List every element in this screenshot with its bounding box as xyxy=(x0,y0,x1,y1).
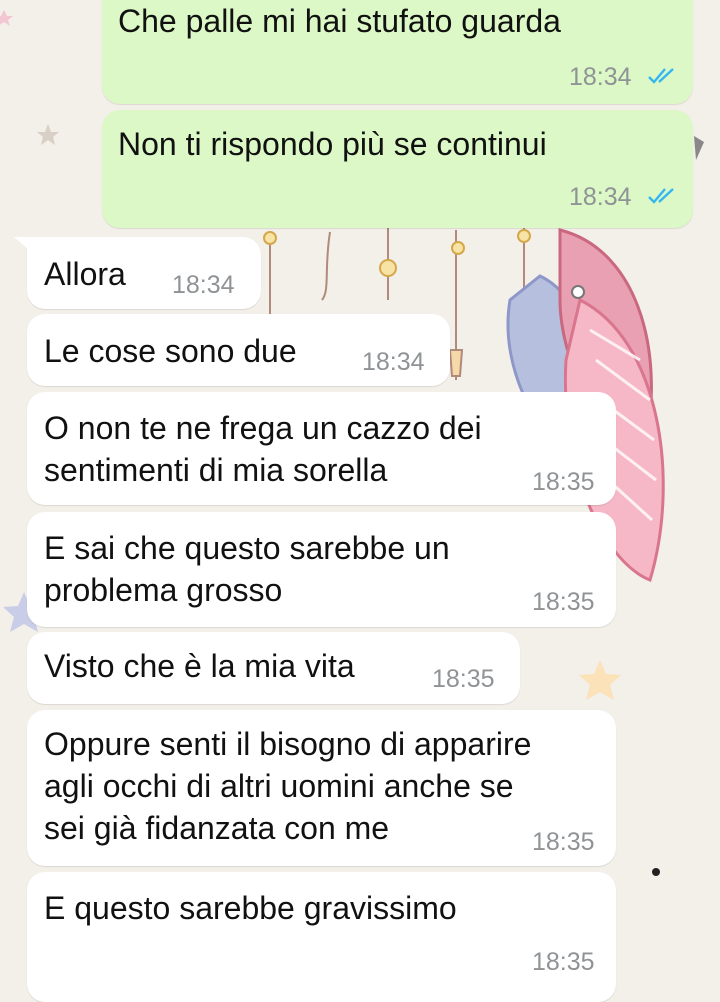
message-text: Che palle mi hai stufato guarda xyxy=(118,3,561,39)
message-text: sei già fidanzata con me xyxy=(44,810,390,846)
message-text: Oppure senti il bisogno di apparire xyxy=(44,726,532,762)
message-text: E questo sarebbe gravissimo xyxy=(44,890,457,926)
message-timestamp: 18:35 xyxy=(532,948,595,976)
bubble-tail xyxy=(14,237,44,263)
incoming-message[interactable]: O non te ne frega un cazzo dei sentiment… xyxy=(27,392,616,505)
message-timestamp: 18:35 xyxy=(532,588,595,616)
star-decoration xyxy=(37,124,59,145)
message-timestamp: 18:34 xyxy=(569,63,632,91)
incoming-message[interactable]: Allora 18:34 xyxy=(14,237,261,309)
star-decoration xyxy=(652,868,660,876)
star-decoration xyxy=(579,660,621,700)
incoming-message[interactable]: Visto che è la mia vita 18:35 xyxy=(27,632,520,704)
message-timestamp: 18:35 xyxy=(532,828,595,856)
message-timestamp: 18:34 xyxy=(362,348,425,376)
message-timestamp: 18:34 xyxy=(569,183,632,211)
double-check-icon xyxy=(648,68,674,84)
message-text: Allora xyxy=(44,256,126,292)
message-text: Visto che è la mia vita xyxy=(44,648,355,684)
message-text: Non ti rispondo più se continui xyxy=(118,126,547,162)
message-text: sentimenti di mia sorella xyxy=(44,452,388,488)
message-timestamp: 18:35 xyxy=(532,468,595,496)
message-text: problema grosso xyxy=(44,572,283,608)
incoming-message[interactable]: E sai che questo sarebbe un problema gro… xyxy=(27,512,616,627)
message-text: O non te ne frega un cazzo dei xyxy=(44,410,482,446)
message-text: Le cose sono due xyxy=(44,333,297,369)
outgoing-message[interactable]: Non ti rispondo più se continui 18:34 xyxy=(102,110,693,228)
outgoing-message[interactable]: Che palle mi hai stufato guarda 18:34 xyxy=(102,0,693,104)
double-check-icon xyxy=(648,188,674,204)
incoming-message[interactable]: Oppure senti il bisogno di apparire agli… xyxy=(27,710,616,866)
message-text: agli occhi di altri uomini anche se xyxy=(44,768,514,804)
star-decoration xyxy=(0,10,13,26)
incoming-message[interactable]: Le cose sono due 18:34 xyxy=(27,314,450,386)
message-text: E sai che questo sarebbe un xyxy=(44,530,450,566)
message-timestamp: 18:34 xyxy=(172,271,235,299)
message-timestamp: 18:35 xyxy=(432,665,495,693)
